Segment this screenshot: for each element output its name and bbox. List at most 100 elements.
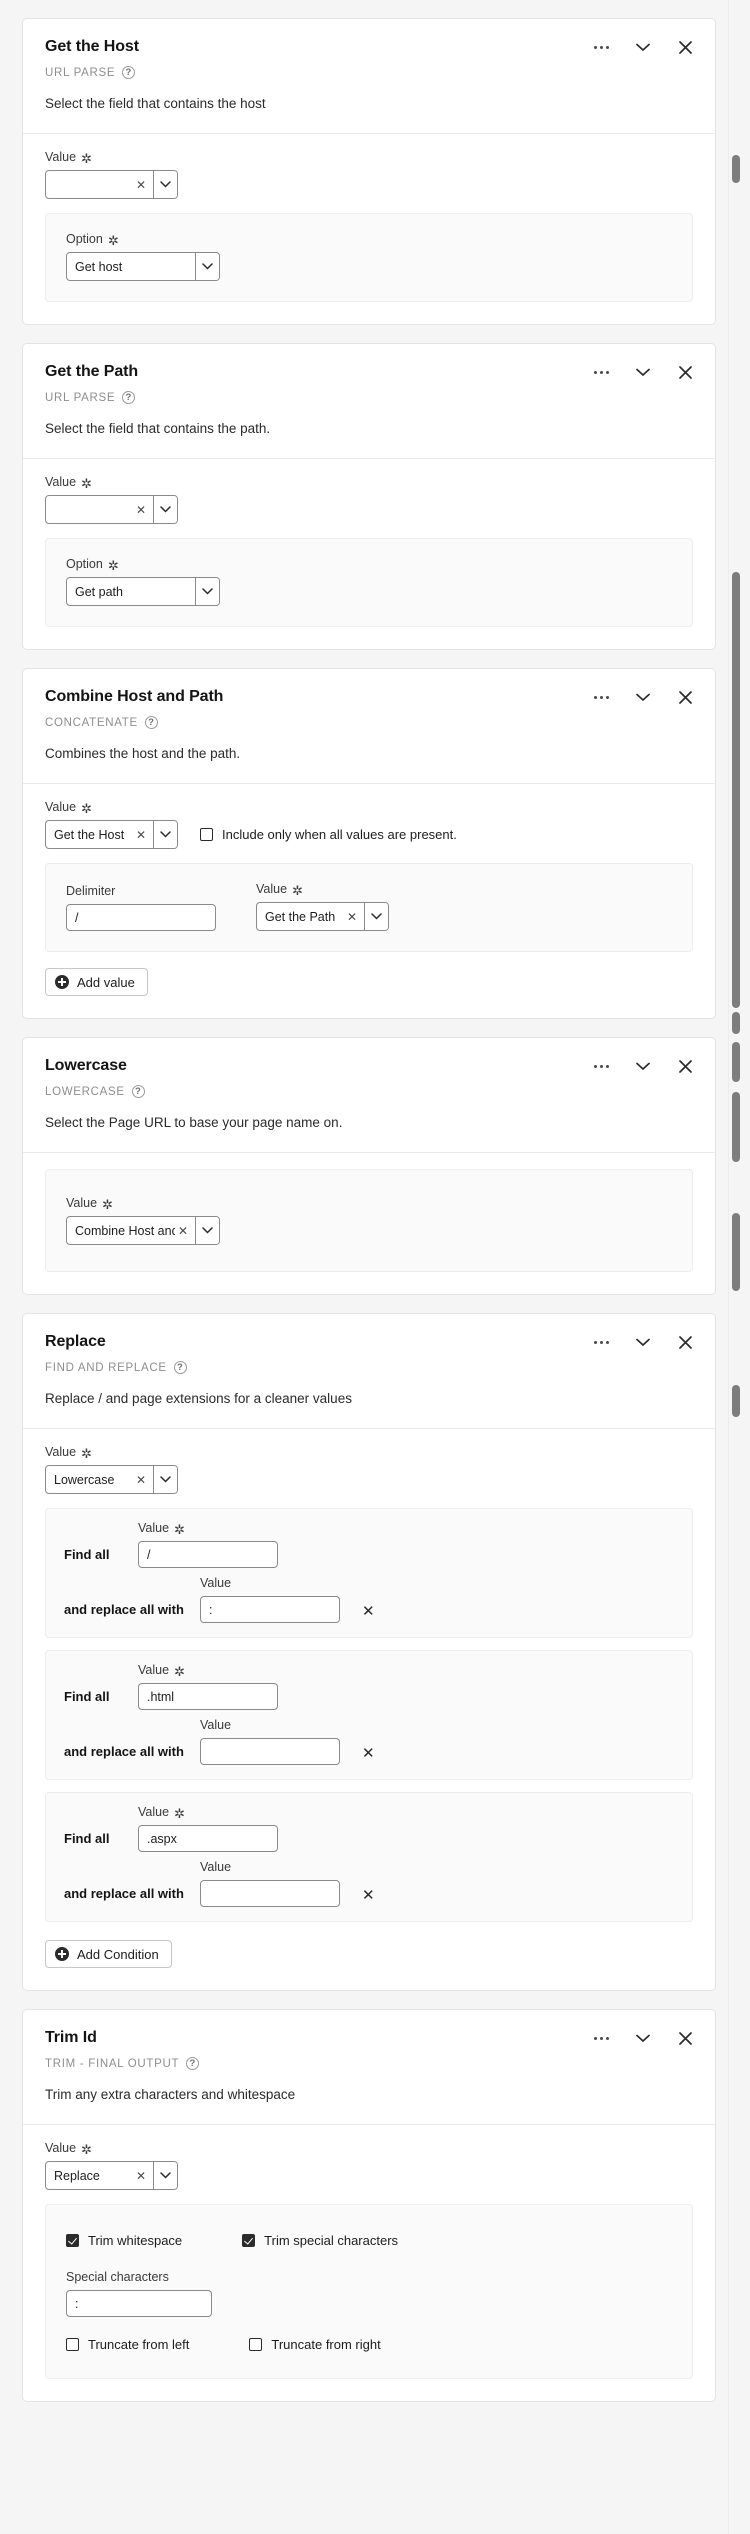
clear-x-icon[interactable]: ✕ — [133, 2169, 149, 2183]
trim-whitespace-checkbox-row[interactable]: Trim whitespace — [66, 2233, 182, 2248]
trim-special-characters-checkbox-row[interactable]: Trim special characters — [242, 2233, 398, 2248]
truncate-from-right-checkbox-row[interactable]: Truncate from right — [249, 2337, 381, 2352]
clear-x-icon[interactable]: ✕ — [133, 828, 149, 842]
help-question-icon[interactable]: ? — [173, 1361, 187, 1374]
dropdown-chevron-down-icon[interactable] — [364, 903, 388, 930]
special-characters-input[interactable] — [66, 2290, 212, 2317]
dropdown-chevron-down-icon[interactable] — [195, 253, 219, 280]
value-field-label: Value ✲ — [45, 800, 92, 816]
truncate-from-right-label: Truncate from right — [271, 2337, 381, 2352]
more-options-ellipsis-icon[interactable] — [591, 2028, 611, 2048]
help-question-icon[interactable]: ? — [144, 716, 158, 729]
delimiter-field-label: Delimiter — [66, 884, 116, 898]
card-body: Value ✲ ✕ Option ✲ — [23, 459, 715, 649]
clear-x-icon[interactable]: ✕ — [133, 178, 149, 192]
help-question-icon[interactable]: ? — [122, 66, 136, 79]
value-select[interactable]: ✕ — [45, 170, 178, 199]
option-select[interactable]: Get host — [66, 252, 220, 281]
dropdown-chevron-down-icon[interactable] — [153, 496, 177, 523]
find-input[interactable] — [138, 1825, 278, 1852]
dropdown-chevron-down-icon[interactable] — [153, 2162, 177, 2189]
card-trim-id: Trim Id TRIM - FINAL OUTPUT ? Trim any e… — [22, 2009, 716, 2402]
scrollbar-thumb[interactable] — [732, 155, 740, 183]
chevron-down-icon[interactable] — [633, 37, 653, 57]
value-select-display[interactable]: ✕ — [46, 496, 153, 523]
help-question-icon[interactable]: ? — [122, 391, 136, 404]
value-select-display[interactable]: Replace ✕ — [46, 2162, 153, 2189]
scrollbar-thumb[interactable] — [732, 572, 740, 1008]
trim-whitespace-checkbox[interactable] — [66, 2234, 79, 2247]
value-select-display[interactable]: Get the Host ✕ — [46, 821, 153, 848]
replace-input[interactable] — [200, 1738, 340, 1765]
delimiter-input[interactable] — [66, 904, 216, 931]
find-all-line: Find all Value ✲ — [64, 1521, 674, 1568]
value-select[interactable]: Replace ✕ — [45, 2161, 178, 2190]
chevron-down-icon[interactable] — [633, 362, 653, 382]
required-marker: ✲ — [81, 801, 92, 816]
scrollbar-thumb[interactable] — [732, 1042, 740, 1082]
include-all-values-checkbox[interactable] — [200, 828, 213, 841]
replace-input[interactable] — [200, 1596, 340, 1623]
clear-x-icon[interactable]: ✕ — [344, 910, 360, 924]
find-input[interactable] — [138, 1683, 278, 1710]
close-x-icon[interactable] — [675, 2028, 695, 2048]
card-body: Value ✲ Lowercase ✕ Find all Value ✲ / a… — [23, 1429, 715, 1990]
value-select[interactable]: ✕ — [45, 495, 178, 524]
option-select[interactable]: Get path — [66, 577, 220, 606]
replace-condition-row: Find all Value ✲ and replace all with — [45, 1508, 693, 1638]
value-select-display[interactable]: Combine Host and Path ✕ — [67, 1217, 195, 1244]
help-question-icon[interactable]: ? — [131, 1085, 145, 1098]
close-x-icon[interactable] — [675, 1332, 695, 1352]
scrollbar-thumb[interactable] — [732, 1385, 740, 1417]
truncate-from-left-label: Truncate from left — [88, 2337, 190, 2352]
close-x-icon[interactable] — [675, 37, 695, 57]
chevron-down-icon[interactable] — [633, 1056, 653, 1076]
value-field-label: Value ✲ — [45, 2141, 92, 2157]
truncate-from-right-checkbox[interactable] — [249, 2338, 263, 2351]
more-options-ellipsis-icon[interactable] — [591, 362, 611, 382]
option-select-display[interactable]: Get host — [67, 253, 195, 280]
more-options-ellipsis-icon[interactable] — [591, 1056, 611, 1076]
dropdown-chevron-down-icon[interactable] — [153, 171, 177, 198]
replace-input[interactable] — [200, 1880, 340, 1907]
find-input[interactable] — [138, 1541, 278, 1568]
include-all-values-checkbox-row[interactable]: Include only when all values are present… — [200, 827, 457, 849]
value-select-display[interactable]: Lowercase ✕ — [46, 1466, 153, 1493]
clear-x-icon[interactable]: ✕ — [133, 503, 149, 517]
chevron-down-icon[interactable] — [633, 1332, 653, 1352]
trim-special-characters-checkbox[interactable] — [242, 2234, 256, 2247]
truncate-from-left-checkbox-row[interactable]: Truncate from left — [66, 2337, 189, 2352]
value-select[interactable]: Get the Host ✕ — [45, 820, 178, 849]
dropdown-chevron-down-icon[interactable] — [153, 821, 177, 848]
remove-condition-x-icon[interactable]: ✕ — [362, 1888, 375, 1907]
dropdown-chevron-down-icon[interactable] — [195, 1217, 219, 1244]
value-select[interactable]: Lowercase ✕ — [45, 1465, 178, 1494]
chevron-down-icon[interactable] — [633, 687, 653, 707]
add-value-button[interactable]: Add value — [45, 968, 148, 996]
clear-x-icon[interactable]: ✕ — [175, 1224, 191, 1238]
second-value-select[interactable]: Get the Path ✕ — [256, 902, 389, 931]
scrollbar-thumb[interactable] — [732, 1092, 740, 1162]
close-x-icon[interactable] — [675, 362, 695, 382]
dropdown-chevron-down-icon[interactable] — [195, 578, 219, 605]
value-select[interactable]: Combine Host and Path ✕ — [66, 1216, 220, 1245]
close-x-icon[interactable] — [675, 1056, 695, 1076]
close-x-icon[interactable] — [675, 687, 695, 707]
more-options-ellipsis-icon[interactable] — [591, 1332, 611, 1352]
clear-x-icon[interactable]: ✕ — [133, 1473, 149, 1487]
card-header: Replace FIND AND REPLACE ? Replace / and… — [23, 1314, 715, 1429]
scrollbar-thumb[interactable] — [732, 1012, 740, 1034]
add-condition-button[interactable]: Add Condition — [45, 1940, 172, 1968]
dropdown-chevron-down-icon[interactable] — [153, 1466, 177, 1493]
option-select-display[interactable]: Get path — [67, 578, 195, 605]
truncate-from-left-checkbox[interactable] — [66, 2338, 79, 2351]
scrollbar-thumb[interactable] — [732, 1213, 740, 1291]
value-select-display[interactable]: ✕ — [46, 171, 153, 198]
help-question-icon[interactable]: ? — [186, 2057, 200, 2070]
more-options-ellipsis-icon[interactable] — [591, 37, 611, 57]
second-value-select-display[interactable]: Get the Path ✕ — [257, 903, 364, 930]
remove-condition-x-icon[interactable]: ✕ — [362, 1746, 375, 1765]
more-options-ellipsis-icon[interactable] — [591, 687, 611, 707]
remove-condition-x-icon[interactable]: ✕ — [362, 1604, 375, 1623]
chevron-down-icon[interactable] — [633, 2028, 653, 2048]
